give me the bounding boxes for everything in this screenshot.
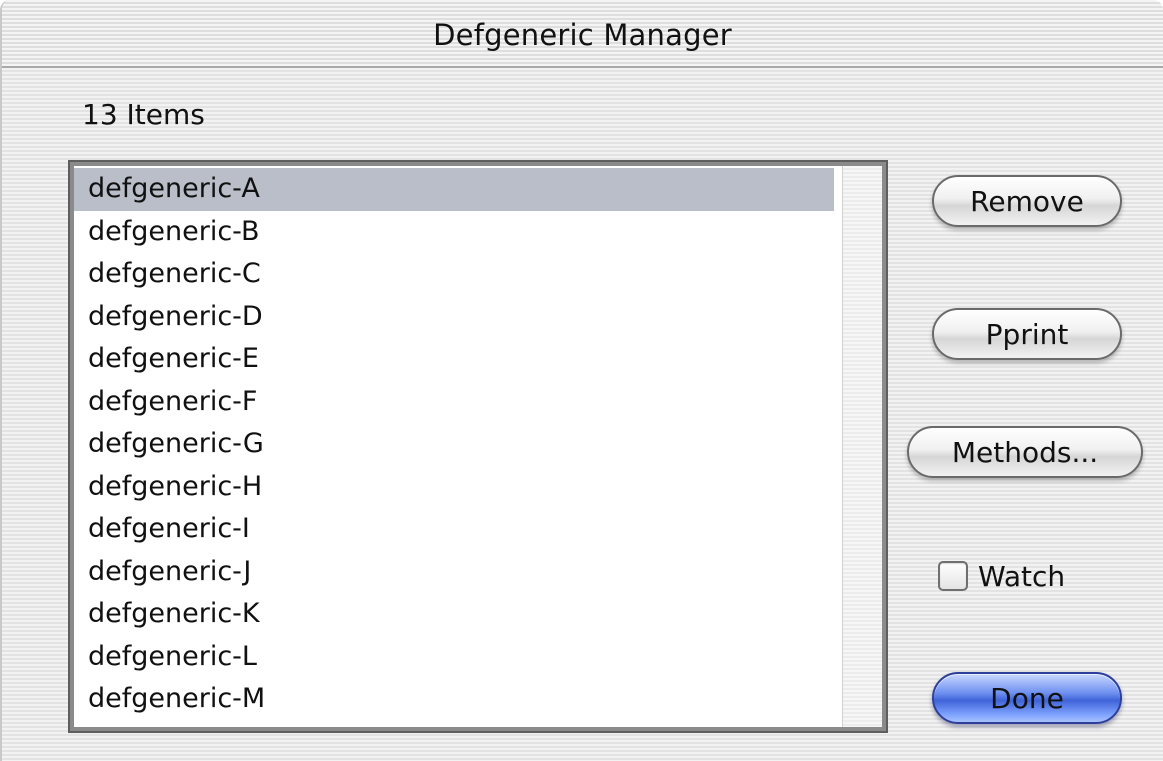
defgeneric-list[interactable]: defgeneric-A defgeneric-B defgeneric-C d… <box>68 160 888 733</box>
done-button[interactable]: Done <box>932 672 1122 724</box>
list-item[interactable]: defgeneric-H <box>74 466 834 509</box>
list-item[interactable]: defgeneric-J <box>74 551 834 594</box>
remove-button[interactable]: Remove <box>932 175 1122 227</box>
list-item[interactable]: defgeneric-F <box>74 381 834 424</box>
window-title: Defgeneric Manager <box>433 18 732 52</box>
list-items: defgeneric-A defgeneric-B defgeneric-C d… <box>74 168 834 721</box>
list-content: defgeneric-A defgeneric-B defgeneric-C d… <box>74 166 882 727</box>
list-item[interactable]: defgeneric-G <box>74 423 834 466</box>
item-count-label: 13 Items <box>82 98 205 131</box>
defgeneric-manager-window: Defgeneric Manager 13 Items defgeneric-A… <box>0 0 1163 761</box>
title-bar[interactable]: Defgeneric Manager <box>2 0 1163 68</box>
methods-button[interactable]: Methods... <box>907 426 1143 478</box>
list-item[interactable]: defgeneric-L <box>74 636 834 679</box>
list-item[interactable]: defgeneric-B <box>74 211 834 254</box>
list-item[interactable]: defgeneric-E <box>74 338 834 381</box>
list-item[interactable]: defgeneric-C <box>74 253 834 296</box>
list-item[interactable]: defgeneric-M <box>74 678 834 721</box>
watch-checkbox[interactable] <box>938 561 968 591</box>
pprint-button[interactable]: Pprint <box>932 308 1122 360</box>
list-scrollbar[interactable] <box>842 166 882 727</box>
list-item[interactable]: defgeneric-D <box>74 296 834 339</box>
list-item[interactable]: defgeneric-I <box>74 508 834 551</box>
list-item[interactable]: defgeneric-A <box>74 168 834 211</box>
watch-checkbox-row[interactable]: Watch <box>938 556 1065 596</box>
watch-label[interactable]: Watch <box>978 560 1065 593</box>
list-item[interactable]: defgeneric-K <box>74 593 834 636</box>
